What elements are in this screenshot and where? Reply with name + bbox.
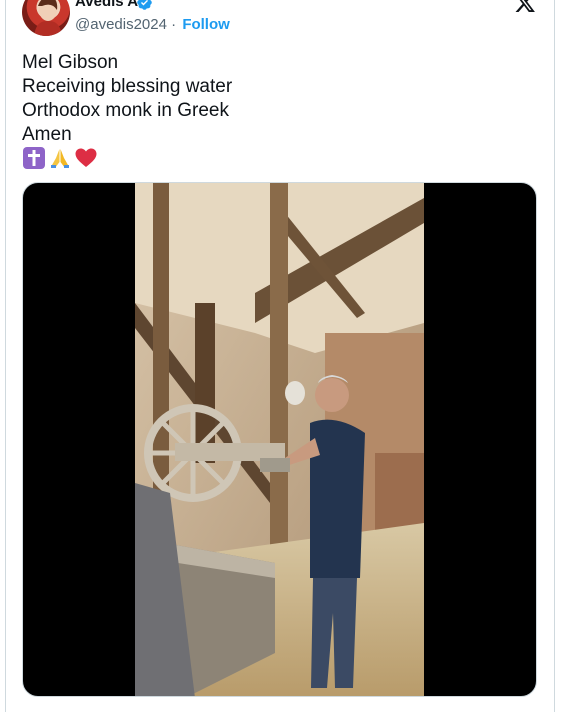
author-handle[interactable]: @avedis2024	[75, 16, 167, 33]
author-name[interactable]: Avedis A	[75, 0, 138, 10]
video-frame	[135, 183, 424, 696]
folded-hands-icon	[51, 149, 69, 168]
separator-dot: ·	[171, 16, 177, 33]
emoji-row	[22, 146, 98, 170]
latin-cross-icon	[23, 147, 45, 169]
video-player[interactable]	[22, 182, 537, 697]
follow-button[interactable]: Follow	[182, 16, 230, 33]
verified-badge-icon	[137, 0, 152, 10]
tweet-text: Mel Gibson Receiving blessing water Orth…	[22, 52, 233, 145]
red-heart-icon	[75, 148, 97, 167]
author-handle-row: @avedis2024 · Follow	[75, 16, 230, 33]
x-logo-icon[interactable]	[513, 0, 537, 14]
